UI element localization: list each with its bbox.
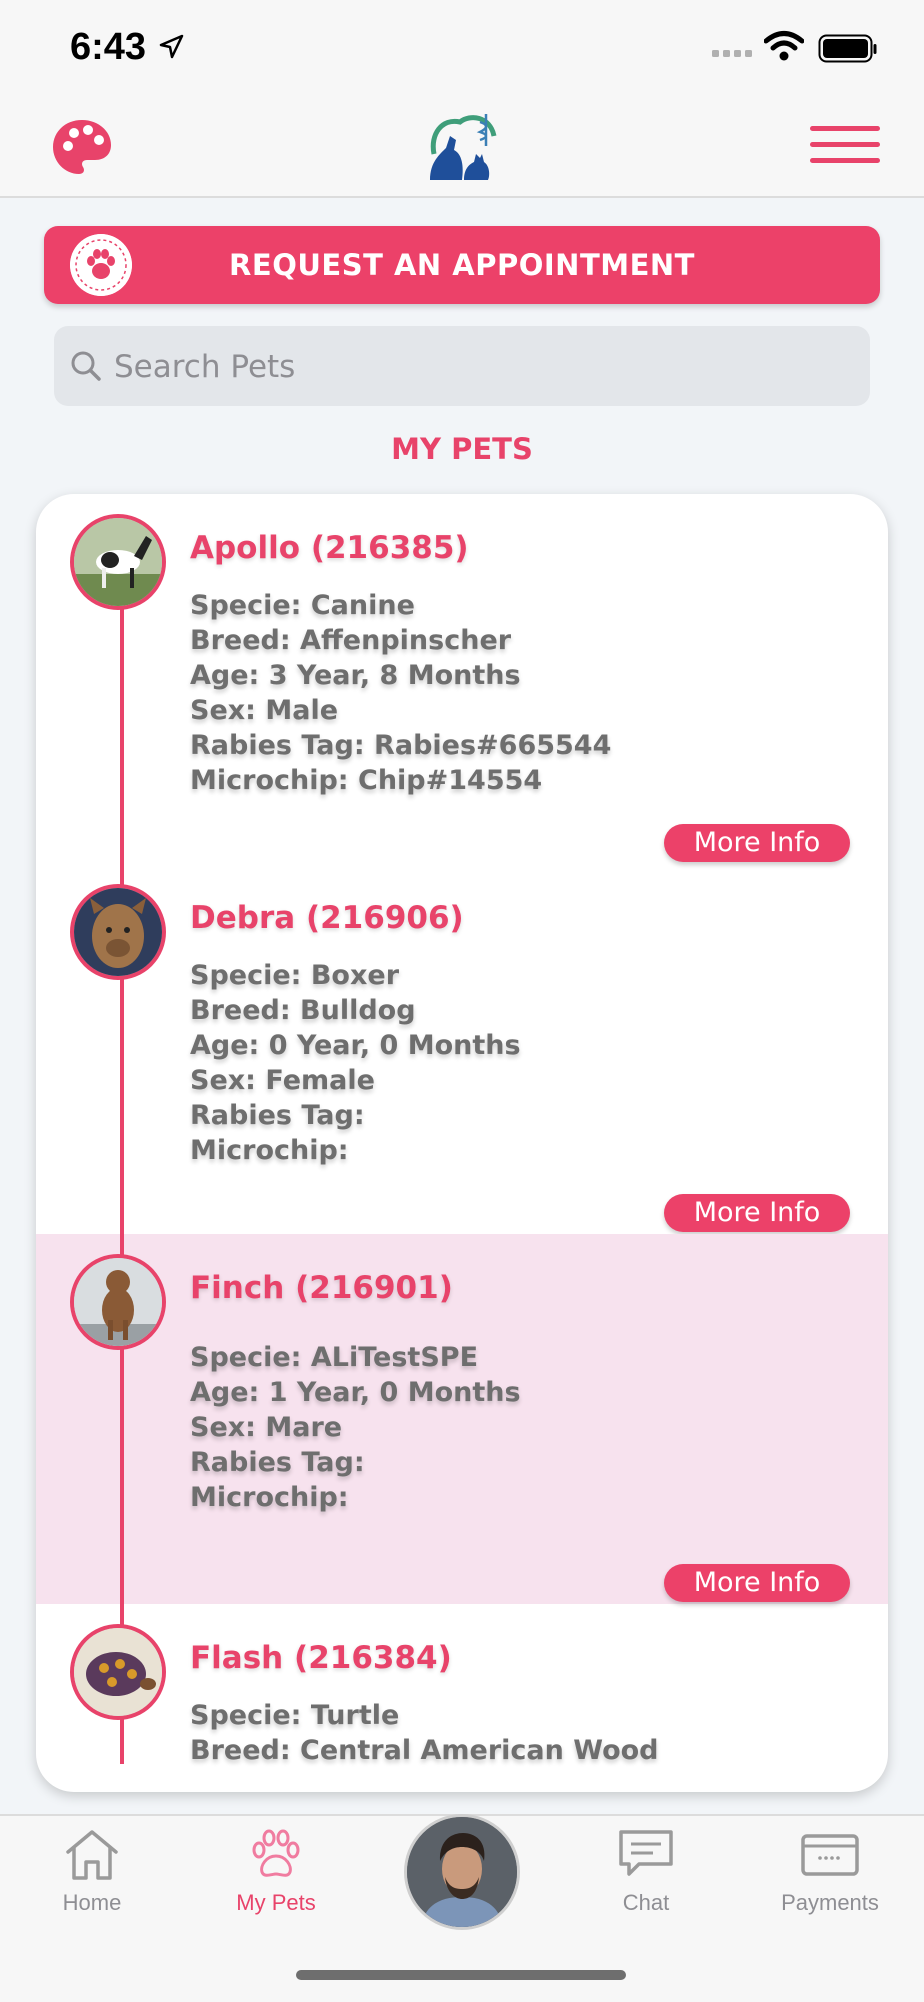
pet-avatar [70,1254,166,1350]
search-input[interactable] [112,326,856,408]
tab-chat[interactable]: Chat [566,1826,726,1916]
paw-icon [252,1829,300,1877]
wifi-icon [764,31,804,61]
location-arrow-icon [159,34,184,59]
pet-sex: Sex: Male [190,695,339,726]
pet-details: Specie: Canine Breed: Affenpinscher Age:… [190,588,611,798]
pet-name: Apollo (216385) [190,530,469,566]
section-title: MY PETS [391,432,533,466]
chat-icon [619,1830,673,1876]
battery-icon [818,34,877,63]
tab-label: My Pets [236,1890,316,1915]
tab-label: Home [62,1890,122,1915]
more-info-button[interactable]: More Info [664,1194,850,1232]
card-icon [801,1834,859,1876]
palette-icon[interactable] [50,116,114,180]
app-header [0,100,924,198]
pet-specie: Specie: Boxer [190,960,400,991]
pet-specie: Specie: ALiTestSPE [190,1342,479,1373]
tab-label: Payments [781,1890,879,1915]
pet-breed: Breed: Affenpinscher [190,625,512,656]
tab-label: Chat [622,1890,670,1915]
pet-item-flash[interactable]: Flash (216384) Specie: Turtle Breed: Cen… [36,1604,888,1792]
pet-details: Specie: Boxer Breed: Bulldog Age: 0 Year… [190,958,521,1168]
pet-avatar [70,1624,166,1720]
timeline-line [120,586,124,864]
signal-icon [712,50,752,57]
pet-rabies-tag: Rabies Tag: Rabies#665544 [190,730,612,761]
pet-breed: Breed: Bulldog [190,995,416,1026]
pet-item-debra[interactable]: Debra (216906) Specie: Boxer Breed: Bull… [36,864,888,1234]
tab-payments[interactable]: Payments [750,1826,910,1916]
paw-icon [70,234,132,296]
pet-age: Age: 0 Year, 0 Months [190,1030,521,1061]
pet-microchip: Microchip: Chip#14554 [190,765,543,796]
pet-name: Debra (216906) [190,900,464,936]
profile-avatar[interactable] [404,1814,520,1930]
pet-details: Specie: ALiTestSPE Age: 1 Year, 0 Months… [190,1340,521,1515]
hamburger-menu-icon[interactable] [810,126,880,170]
pet-age: Age: 3 Year, 8 Months [190,660,521,691]
pet-sex: Sex: Mare [190,1412,343,1443]
clock-time: 6:43 [70,26,147,68]
pet-avatar [70,514,166,610]
pet-name: Finch (216901) [190,1270,453,1306]
pet-microchip: Microchip: [190,1135,349,1166]
tab-home[interactable]: Home [12,1826,172,1916]
status-bar: 6:43 [0,0,924,100]
pet-sex: Sex: Female [190,1065,375,1096]
pet-item-apollo[interactable]: Apollo (216385) Specie: Canine Breed: Af… [36,494,888,864]
pet-rabies-tag: Rabies Tag: [190,1447,365,1478]
clinic-logo [420,106,504,190]
pet-avatar [70,884,166,980]
pet-specie: Specie: Canine [190,590,415,621]
pet-age: Age: 1 Year, 0 Months [190,1377,521,1408]
home-indicator[interactable] [296,1970,626,1980]
pet-name: Flash (216384) [190,1640,452,1676]
pet-details: Specie: Turtle Breed: Central American W… [190,1698,659,1768]
search-icon [71,351,101,381]
tab-my-pets[interactable]: My Pets [196,1826,356,1916]
pet-microchip: Microchip: [190,1482,349,1513]
more-info-button[interactable]: More Info [664,1564,850,1602]
pet-rabies-tag: Rabies Tag: [190,1100,365,1131]
pet-breed: Breed: Central American Wood [190,1735,659,1766]
request-appointment-label: REQUEST AN APPOINTMENT [229,248,695,282]
pet-item-finch[interactable]: Finch (216901) Specie: ALiTestSPE Age: 1… [36,1234,888,1604]
house-icon [66,1830,118,1880]
request-appointment-button[interactable]: REQUEST AN APPOINTMENT [44,226,880,304]
search-bar[interactable] [54,326,870,408]
pet-list[interactable]: Apollo (216385) Specie: Canine Breed: Af… [36,494,888,1792]
pet-specie: Specie: Turtle [190,1700,400,1731]
more-info-button[interactable]: More Info [664,824,850,862]
